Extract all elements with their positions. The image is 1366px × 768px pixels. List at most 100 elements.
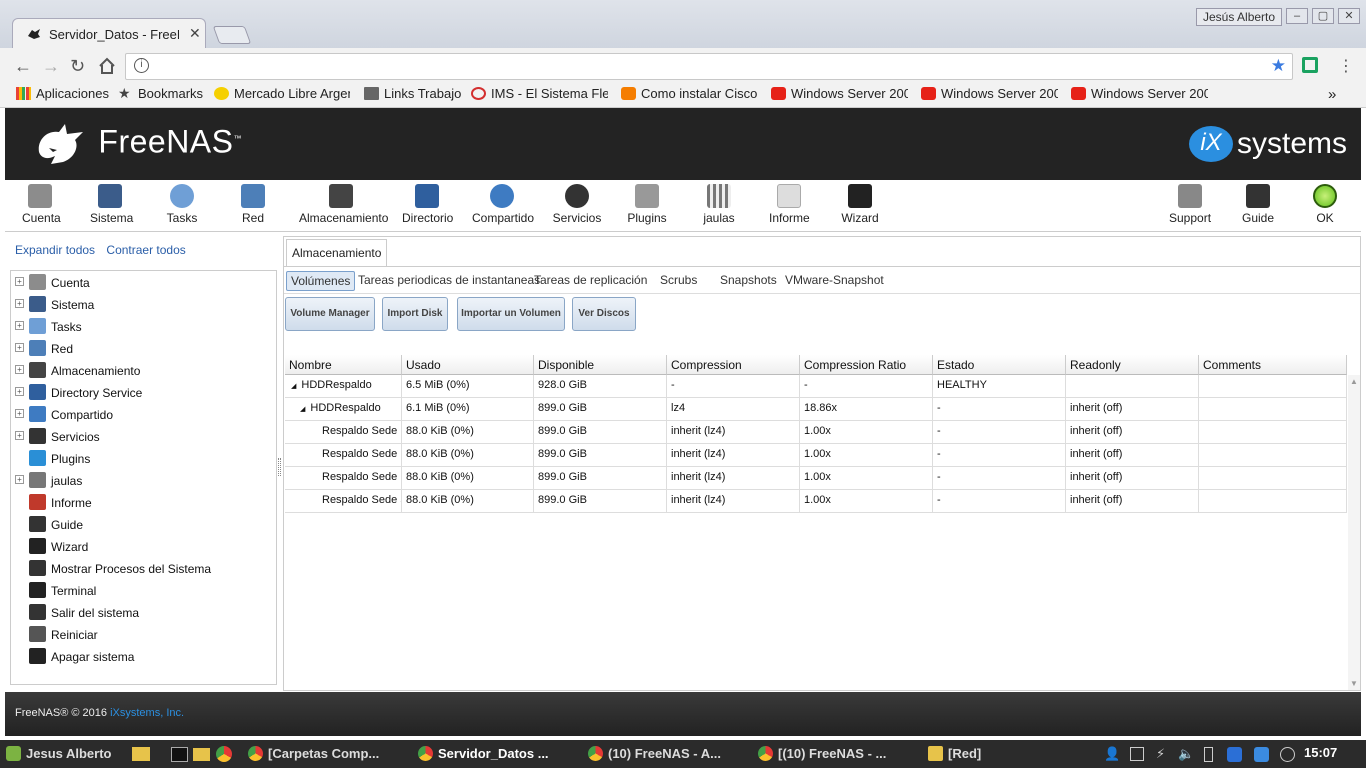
sidebar-item-reiniciar[interactable]: Reiniciar <box>11 625 276 645</box>
sidebar-item-salir-del-sistema[interactable]: Salir del sistema <box>11 603 276 623</box>
nav-status-ok[interactable]: OK <box>1311 184 1339 225</box>
column-header[interactable]: Compression <box>667 355 800 375</box>
shield-tray-icon[interactable] <box>1227 747 1242 762</box>
nav-informe[interactable]: Informe <box>769 184 810 225</box>
nav-jaulas[interactable]: jaulas <box>702 184 736 225</box>
tab-close-icon[interactable]: ✕ <box>189 25 201 42</box>
taskbar-window-active[interactable]: Servidor_Datos ... <box>418 746 549 761</box>
bookmark-item[interactable]: Links Trabajo <box>364 86 462 101</box>
nav-red[interactable]: Red <box>238 184 268 225</box>
expand-node-icon[interactable]: + <box>15 343 24 352</box>
bookmark-item[interactable]: Aplicaciones <box>16 86 111 101</box>
site-info-icon[interactable]: i <box>134 58 149 73</box>
dataset-name-cell[interactable]: Respaldo Sede P <box>285 444 402 467</box>
nav-support[interactable]: Support <box>1169 184 1211 225</box>
sidebar-item-directory-service[interactable]: + Directory Service <box>11 383 276 403</box>
dataset-name-cell[interactable]: ◢ HDDRespaldo <box>285 375 402 398</box>
dataset-name-cell[interactable]: ◢ HDDRespaldo <box>285 398 402 421</box>
nav-compartido[interactable]: Compartido <box>472 184 534 225</box>
volume-tray-icon[interactable]: 🔈 <box>1178 746 1194 762</box>
sidebar-item-plugins[interactable]: Plugins <box>11 449 276 469</box>
sidebar-item-sistema[interactable]: + Sistema <box>11 295 276 315</box>
subtab-snapshot-tasks[interactable]: Tareas periodicas de instantaneas <box>354 271 544 289</box>
dataset-name-cell[interactable]: Respaldo Sede P <box>285 467 402 490</box>
browser-menu-icon[interactable]: ⋮ <box>1338 56 1354 76</box>
close-window-button[interactable]: ✕ <box>1338 8 1360 24</box>
nav-guide[interactable]: Guide <box>1241 184 1275 225</box>
scroll-down-icon[interactable]: ▼ <box>1350 679 1358 688</box>
subtab-vmware-snapshot[interactable]: VMware-Snapshot <box>781 271 888 289</box>
browser-tab-active[interactable]: Servidor_Datos - FreeNAS ✕ <box>12 18 206 48</box>
expand-node-icon[interactable]: + <box>15 431 24 440</box>
bookmark-item[interactable]: Windows Server 2008 <box>1071 86 1208 101</box>
volume-manager-button[interactable]: Volume Manager <box>285 297 375 331</box>
browser-profile-badge[interactable]: Jesús Alberto <box>1196 8 1283 26</box>
bookmark-item[interactable]: Windows Server 2008 <box>771 86 908 101</box>
reload-icon[interactable]: ↻ <box>70 56 85 77</box>
bookmark-item[interactable]: Como instalar Cisco <box>621 86 758 101</box>
network-tray-icon[interactable]: ⚡ <box>1156 746 1165 762</box>
taskbar-window[interactable]: (10) FreeNAS - A... <box>588 746 721 761</box>
subtab-volumenes[interactable]: Volúmenes <box>286 271 356 291</box>
maximize-button[interactable]: ▢ <box>1312 8 1334 24</box>
expand-node-icon[interactable]: + <box>15 365 24 374</box>
sidebar-item-tasks[interactable]: + Tasks <box>11 317 276 337</box>
taskbar-window[interactable]: [Red] <box>928 746 981 761</box>
grid-vertical-scrollbar[interactable]: ▲ ▼ <box>1348 375 1360 690</box>
subtab-snapshots[interactable]: Snapshots <box>716 271 781 289</box>
subtab-replication-tasks[interactable]: Tareas de replicación <box>530 271 651 289</box>
folder-launcher-icon[interactable] <box>193 748 210 761</box>
expand-all-link[interactable]: Expandir todos <box>15 243 95 257</box>
sidebar-item-apagar-sistema[interactable]: Apagar sistema <box>11 647 276 667</box>
scroll-up-icon[interactable]: ▲ <box>1350 377 1358 386</box>
address-bar[interactable]: i ★ <box>125 53 1293 80</box>
column-header[interactable]: Disponible <box>534 355 667 375</box>
nav-directorio[interactable]: Directorio <box>402 184 453 225</box>
battery-tray-icon[interactable] <box>1204 747 1213 762</box>
home-icon[interactable] <box>98 57 116 75</box>
bookmark-item[interactable]: IMS - El Sistema Flexible <box>471 86 608 101</box>
sidebar-item-red[interactable]: + Red <box>11 339 276 359</box>
taskbar-window[interactable]: [(10) FreeNAS - ... <box>758 746 886 761</box>
collapse-node-icon[interactable]: ◢ <box>300 406 305 413</box>
nav-sistema[interactable]: Sistema <box>90 184 133 225</box>
bookmark-item[interactable]: ★ Bookmarks <box>118 86 208 101</box>
sidebar-item-cuenta[interactable]: + Cuenta <box>11 273 276 293</box>
column-header[interactable]: Nombre <box>285 355 402 375</box>
skype-tray-icon[interactable] <box>1254 747 1269 762</box>
start-menu-button[interactable]: Jesus Alberto <box>6 746 112 761</box>
bookmark-star-icon[interactable]: ★ <box>1271 56 1286 76</box>
expand-node-icon[interactable]: + <box>15 321 24 330</box>
nav-wizard[interactable]: Wizard <box>841 184 879 225</box>
tab-almacenamiento[interactable]: Almacenamiento <box>286 239 388 267</box>
back-arrow-icon[interactable]: ← <box>14 56 32 77</box>
expand-node-icon[interactable]: + <box>15 299 24 308</box>
sidebar-item-almacenamiento[interactable]: + Almacenamiento <box>11 361 276 381</box>
files-launcher-icon[interactable] <box>132 747 150 761</box>
sidebar-item-informe[interactable]: Informe <box>11 493 276 513</box>
taskbar-window[interactable]: [Carpetas Comp... <box>248 746 379 761</box>
import-volume-button[interactable]: Importar un Volumen <box>457 297 565 331</box>
extension-icon[interactable] <box>1302 57 1318 73</box>
nav-almacenamiento[interactable]: Almacenamiento <box>299 184 388 225</box>
nav-servicios[interactable]: Servicios <box>552 184 602 225</box>
pane-splitter[interactable] <box>278 458 281 476</box>
sidebar-item-wizard[interactable]: Wizard <box>11 537 276 557</box>
subtab-scrubs[interactable]: Scrubs <box>656 271 701 289</box>
nav-plugins[interactable]: Plugins <box>627 184 667 225</box>
dataset-name-cell[interactable]: Respaldo Sede P <box>285 421 402 444</box>
minimize-button[interactable]: – <box>1286 8 1308 24</box>
expand-node-icon[interactable]: + <box>15 409 24 418</box>
sidebar-item-mostrar-procesos-del-sistema[interactable]: Mostrar Procesos del Sistema <box>11 559 276 579</box>
sidebar-item-terminal[interactable]: Terminal <box>11 581 276 601</box>
sidebar-item-compartido[interactable]: + Compartido <box>11 405 276 425</box>
more-bookmarks-chevron-icon[interactable]: » <box>1328 86 1336 103</box>
terminal-launcher-icon[interactable] <box>171 747 188 762</box>
expand-node-icon[interactable]: + <box>15 475 24 484</box>
expand-node-icon[interactable]: + <box>15 277 24 286</box>
import-disk-button[interactable]: Import Disk <box>382 297 448 331</box>
ixsystems-link[interactable]: iXsystems, Inc. <box>110 707 184 719</box>
dataset-name-cell[interactable]: Respaldo Sede S <box>285 490 402 513</box>
column-header[interactable]: Estado <box>933 355 1066 375</box>
sidebar-item-guide[interactable]: Guide <box>11 515 276 535</box>
